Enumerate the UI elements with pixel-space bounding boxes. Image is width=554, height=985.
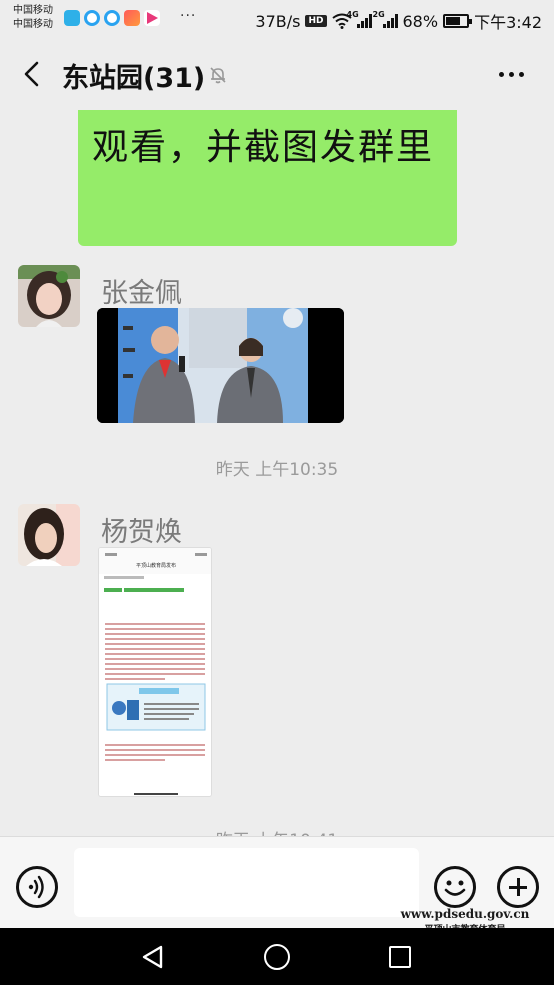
app-notification-icon [84, 10, 100, 26]
chat-messages: 观看，并截图发群里 张金佩 昨天 上午10:35 杨贺焕 平顶山教育局发布 [0, 110, 554, 836]
battery-icon [443, 14, 473, 28]
carrier-2: 中国移动 [13, 19, 53, 30]
more-notifications-indicator: ··· [180, 8, 197, 24]
voice-input-button[interactable] [16, 866, 58, 908]
photo-message[interactable] [97, 308, 344, 423]
nav-home-icon[interactable] [264, 944, 290, 970]
screenshot-message[interactable]: 平顶山教育局发布 [98, 547, 212, 797]
smiley-icon [444, 880, 466, 896]
message-bubble[interactable]: 观看，并截图发群里 [78, 110, 457, 246]
carrier-1: 中国移动 [13, 5, 53, 16]
message-input[interactable] [74, 848, 419, 917]
system-indicators: 37B/s HD 4G 2G 68% 下午3:42 [255, 9, 542, 33]
screenshot-title: 平顶山教育局发布 [136, 562, 176, 569]
chat-title: 东站园(31) [62, 63, 206, 94]
emoji-button[interactable] [434, 866, 476, 908]
watermark-url: www.pdsedu.gov.cn [400, 907, 530, 921]
signal-icon: 2G [373, 10, 398, 28]
signal-icon: 4G [347, 10, 372, 28]
system-nav-bar [0, 928, 554, 985]
avatar[interactable] [18, 504, 80, 566]
sender-name: 张金佩 [101, 278, 182, 309]
chat-header: 东站园(31) [0, 38, 554, 110]
hd-badge: HD [305, 15, 327, 27]
more-functions-button[interactable] [497, 866, 539, 908]
nav-back-icon[interactable] [140, 944, 166, 970]
video-app-icon [144, 10, 160, 26]
network-speed: 37B/s [255, 11, 301, 31]
battery-percent: 68% [402, 11, 439, 31]
notification-icons [64, 10, 160, 26]
avatar[interactable] [18, 265, 80, 327]
back-icon[interactable] [20, 60, 46, 88]
more-options-icon[interactable] [499, 72, 524, 77]
timestamp: 昨天 上午10:41 [0, 826, 554, 836]
voice-icon [28, 875, 44, 899]
sender-name: 杨贺焕 [101, 517, 182, 548]
nav-recents-icon[interactable] [389, 946, 411, 968]
signal-1-label: 4G [346, 10, 359, 19]
app-notification-icon [124, 10, 140, 26]
carrier-labels: 中国移动 中国移动 [13, 4, 53, 32]
app-notification-icon [104, 10, 120, 26]
clock: 下午3:42 [474, 13, 542, 32]
app-notification-icon [64, 10, 80, 26]
timestamp: 昨天 上午10:35 [215, 460, 339, 480]
mute-notifications-icon [210, 67, 226, 84]
signal-2-label: 2G [372, 10, 385, 19]
status-bar: 中国移动 中国移动 ··· 37B/s HD 4G 2G 68% 下午3:42 [0, 0, 554, 38]
